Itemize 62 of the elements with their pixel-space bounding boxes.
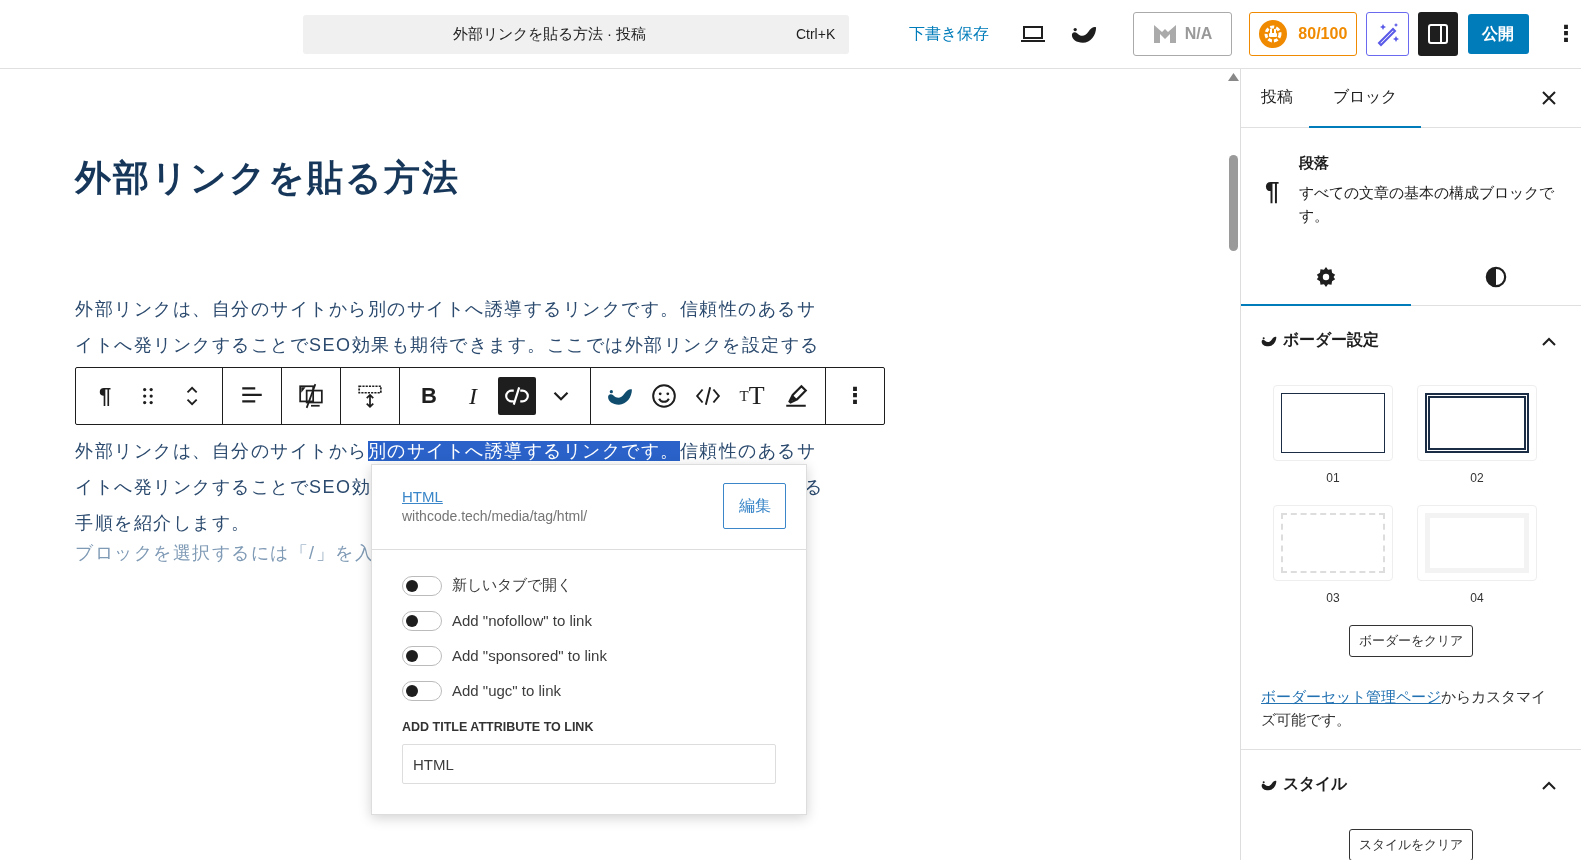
panel-title: ボーダー設定 — [1283, 330, 1380, 350]
block-description: すべての文章の基本の構成ブロックです。 — [1299, 183, 1556, 226]
paragraph-block-icon: ¶ — [1265, 176, 1280, 227]
chevron-up-icon — [1541, 779, 1557, 790]
toggle-switch[interactable] — [402, 645, 442, 666]
keyboard-shortcut: Ctrl+K — [795, 26, 836, 42]
sidebar-icon — [1427, 23, 1450, 45]
paragraph-text: 外部リンクは、自分のサイトから別のサイトへ誘導するリンクです。信頼性のあるサ — [75, 298, 817, 321]
smiley-icon — [651, 383, 677, 409]
scrollbar-thumb[interactable] — [1229, 155, 1238, 251]
bold-button[interactable]: B — [410, 377, 448, 415]
m-logo-icon — [1152, 23, 1177, 45]
device-hide-icon — [298, 383, 324, 409]
toggle-label: Add "ugc" to link — [452, 682, 562, 699]
close-icon — [1541, 90, 1557, 106]
unlink-button[interactable] — [498, 377, 536, 415]
contrast-icon — [1485, 265, 1507, 288]
ai-assist-button[interactable] — [1365, 12, 1410, 56]
toggle-label: 新しいタブで開く — [452, 576, 572, 595]
clear-border-button[interactable]: ボーダーをクリア — [1349, 625, 1473, 657]
sidebar-toggle-button[interactable] — [1418, 12, 1458, 56]
marker-icon — [783, 383, 809, 409]
toggle-switch[interactable] — [402, 575, 442, 596]
options-button[interactable]: ⋮ — [836, 377, 874, 415]
chevron-up-icon — [1541, 335, 1557, 346]
link-url: withcode.tech/media/tag/html/ — [402, 508, 589, 524]
toggle-label: Add "nofollow" to link — [452, 612, 592, 629]
block-type-button[interactable]: ¶ — [86, 377, 124, 415]
field-label: ADD TITLE ATTRIBUTE TO LINK — [402, 720, 595, 734]
collapse-button[interactable] — [1541, 335, 1557, 346]
laptop-icon — [1021, 25, 1046, 43]
sidebar-tab[interactable]: 投稿 — [1245, 69, 1309, 128]
clear-style-button[interactable]: スタイルをクリア — [1349, 829, 1473, 860]
toggle-switch[interactable] — [402, 610, 442, 631]
edit-button[interactable]: 編集 — [723, 483, 786, 529]
paragraph-text: イトへ発リンクすることでSEO効 — [75, 476, 371, 499]
paragraph-text: 手順を紹介します。 — [75, 512, 251, 535]
spacing-icon — [357, 383, 383, 409]
publish-button[interactable]: 公開 — [1467, 14, 1529, 54]
sidebar-tab[interactable]: ブロック — [1309, 69, 1421, 128]
toggle-label: Add "sponsored" to link — [452, 647, 607, 664]
panel-title: スタイル — [1283, 774, 1348, 794]
scroll-up-icon — [1228, 73, 1239, 81]
command-bar-title: 外部リンクを貼る方法 · 投稿 — [451, 24, 648, 44]
help-text: ボーダーセット管理ページからカスタマイズ可能です。 — [1260, 687, 1547, 730]
paragraph-text: る — [803, 476, 823, 499]
toggle-switch[interactable] — [402, 680, 442, 701]
preview-button[interactable] — [1021, 25, 1046, 43]
border-settings-link[interactable]: ボーダーセット管理ページ — [1261, 688, 1441, 705]
title-attribute-field[interactable]: HTML — [402, 744, 776, 784]
command-bar[interactable]: 外部リンクを貼る方法 · 投稿 Ctrl+K — [303, 14, 850, 54]
save-draft-button[interactable]: 下書き保存 — [907, 19, 992, 49]
plug-gear-icon — [1258, 19, 1289, 49]
italic-button[interactable]: I — [454, 377, 492, 415]
collapse-button[interactable] — [1541, 779, 1557, 790]
post-title[interactable]: 外部リンクを貼る方法 — [75, 155, 1227, 201]
block-name: 段落 — [1299, 154, 1331, 173]
options-menu-button[interactable]: ⋮ — [1551, 21, 1581, 47]
settings-icon — [1315, 265, 1337, 288]
link-title[interactable]: HTML — [402, 488, 443, 505]
paragraph-text: イトへ発リンクすることでSEO効果も期待できます。ここでは外部リンクを設定する — [75, 334, 821, 357]
scrollbar[interactable] — [1227, 69, 1241, 860]
